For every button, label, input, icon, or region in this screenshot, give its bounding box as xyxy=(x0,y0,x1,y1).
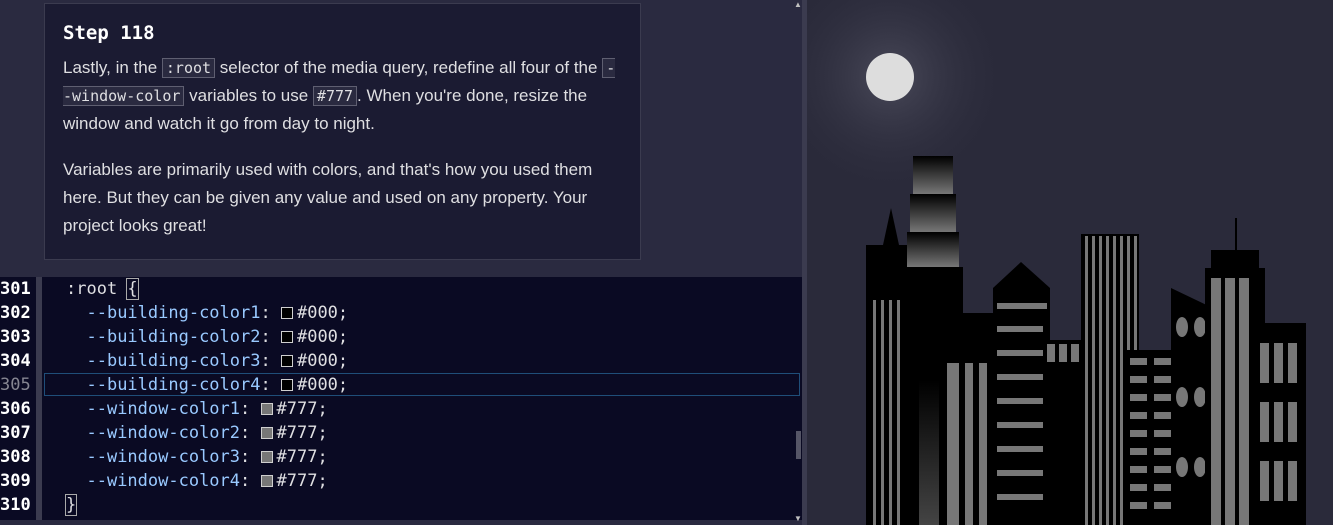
code-line[interactable]: 307 --window-color2: #777; xyxy=(0,421,800,445)
css-value: #000; xyxy=(296,327,349,347)
code-line[interactable]: 302 --building-color1: #000; xyxy=(0,301,800,325)
color-swatch[interactable] xyxy=(260,451,273,463)
inline-code-root: :root xyxy=(161,58,216,78)
line-number: 304 xyxy=(0,351,31,371)
line-number: 303 xyxy=(0,327,31,347)
line-number: 305 xyxy=(0,375,31,395)
scroll-down-arrow-icon[interactable]: ▼ xyxy=(794,514,802,523)
step-paragraph-1: Lastly, in the :root selector of the med… xyxy=(63,54,622,138)
matched-brace: } xyxy=(64,494,78,516)
step-description: Step 118 Lastly, in the :root selector o… xyxy=(44,3,641,260)
code-text[interactable]: --window-color1: #777; xyxy=(66,397,328,421)
css-property: --building-color4 xyxy=(86,375,261,395)
instructions-pane: Step 118 Lastly, in the :root selector o… xyxy=(0,0,802,525)
code-line[interactable]: 308 --window-color3: #777; xyxy=(0,445,800,469)
css-property: --building-color1 xyxy=(86,303,261,323)
code-line[interactable]: 306 --window-color1: #777; xyxy=(0,397,800,421)
step-title: Step 118 xyxy=(63,22,155,44)
css-property: --building-color3 xyxy=(86,351,261,371)
moon xyxy=(866,53,914,101)
color-swatch[interactable] xyxy=(280,331,293,343)
css-value: #000; xyxy=(296,351,349,371)
color-swatch[interactable] xyxy=(280,307,293,319)
line-number: 309 xyxy=(0,471,31,491)
line-number: 308 xyxy=(0,447,31,467)
building-far-right xyxy=(1256,323,1306,525)
code-line[interactable]: 304 --building-color3: #000; xyxy=(0,349,800,373)
code-line[interactable]: 303 --building-color2: #000; xyxy=(0,325,800,349)
color-swatch[interactable] xyxy=(260,403,273,415)
code-line[interactable]: 310} xyxy=(0,493,800,517)
inline-code-777: #777 xyxy=(312,86,358,106)
text-fragment: selector of the media query, redefine al… xyxy=(215,58,603,77)
line-number: 307 xyxy=(0,423,31,443)
line-number: 302 xyxy=(0,303,31,323)
css-property: --window-color2 xyxy=(86,423,241,443)
code-text[interactable]: --building-color1: #000; xyxy=(66,301,348,325)
color-swatch[interactable] xyxy=(260,475,273,487)
line-number: 306 xyxy=(0,399,31,419)
css-property: --window-color3 xyxy=(86,447,241,467)
code-text[interactable]: --window-color4: #777; xyxy=(66,469,328,493)
code-text[interactable]: } xyxy=(64,493,78,517)
code-editor[interactable]: 301:root {302 --building-color1: #000; 30… xyxy=(0,277,802,520)
css-value: #777; xyxy=(276,447,328,467)
css-value: #000; xyxy=(296,375,349,395)
code-text[interactable]: --building-color4: #000; xyxy=(66,373,348,397)
css-value: #000; xyxy=(296,303,349,323)
color-swatch[interactable] xyxy=(260,427,273,439)
building-dashed-windows xyxy=(1124,350,1178,525)
code-line[interactable]: 305 --building-color4: #000; xyxy=(0,373,800,397)
step-paragraph-2: Variables are primarily used with colors… xyxy=(63,160,593,235)
css-value: #777; xyxy=(276,423,328,443)
code-line[interactable]: 301 :root { xyxy=(0,277,800,301)
color-swatch[interactable] xyxy=(280,355,293,367)
code-line[interactable]: 309 --window-color4: #777; xyxy=(0,469,800,493)
code-text[interactable]: --building-color3: #000; xyxy=(66,349,348,373)
line-number: 301 xyxy=(0,279,31,299)
css-value: #777; xyxy=(276,399,328,419)
code-text[interactable]: :root { xyxy=(66,277,139,301)
preview-pane xyxy=(807,0,1333,525)
line-number: 310 xyxy=(0,495,31,515)
css-property: --window-color1 xyxy=(86,399,241,419)
css-property: --building-color2 xyxy=(86,327,261,347)
building-triangle-roof xyxy=(993,262,1050,525)
editor-scrollbar-thumb[interactable] xyxy=(796,431,801,459)
code-text[interactable]: --building-color2: #000; xyxy=(66,325,348,349)
css-property: --window-color4 xyxy=(86,471,241,491)
building-front-left xyxy=(939,313,999,525)
skyline-preview xyxy=(807,0,1333,525)
scroll-up-arrow-icon[interactable]: ▲ xyxy=(794,0,802,9)
matched-brace: { xyxy=(126,278,139,300)
code-text[interactable]: --window-color3: #777; xyxy=(66,445,328,469)
color-swatch[interactable] xyxy=(280,379,293,391)
text-fragment: variables to use xyxy=(184,86,313,105)
css-value: #777; xyxy=(276,471,328,491)
text-fragment: Lastly, in the xyxy=(63,58,162,77)
code-text[interactable]: --window-color2: #777; xyxy=(66,421,328,445)
